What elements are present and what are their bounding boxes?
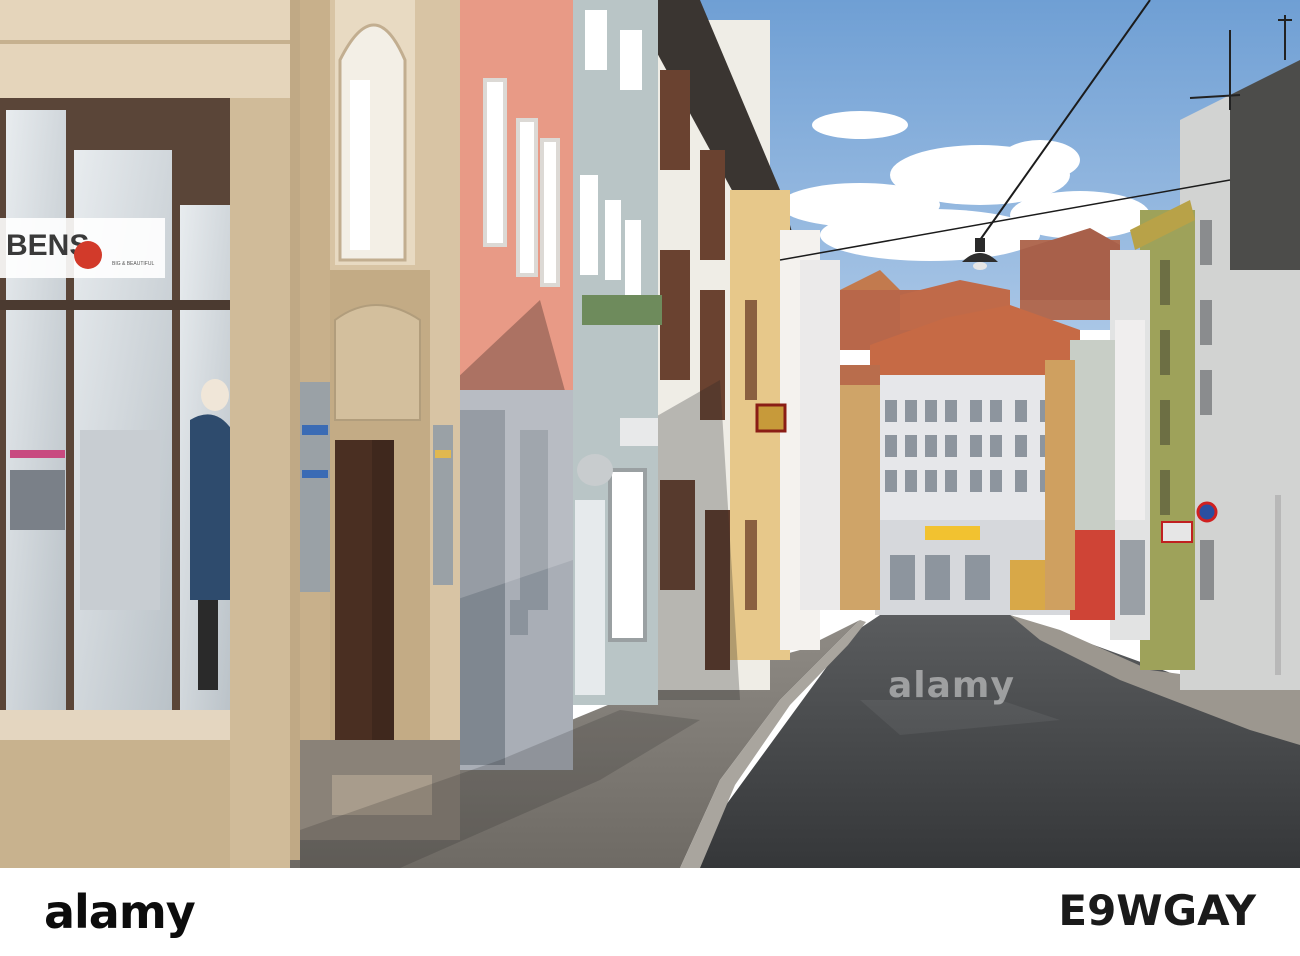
shop-building: BENS BIG & BEAUTIFUL: [0, 0, 290, 868]
shop-tagline-text: BIG & BEAUTIFUL: [112, 261, 154, 267]
stock-photo-page: BENS BIG & BEAUTIFUL alamy alamy E9WGAY: [0, 0, 1300, 956]
grey-building: [568, 0, 662, 705]
footer-bar: alamy E9WGAY: [0, 868, 1300, 956]
image-id: E9WGAY: [1058, 886, 1256, 935]
pink-building: [455, 0, 573, 770]
alamy-logo[interactable]: alamy: [44, 885, 196, 939]
street-scene: BENS BIG & BEAUTIFUL: [0, 0, 1300, 868]
street-photo: BENS BIG & BEAUTIFUL alamy: [0, 0, 1300, 868]
watermark: alamy: [888, 665, 1015, 706]
